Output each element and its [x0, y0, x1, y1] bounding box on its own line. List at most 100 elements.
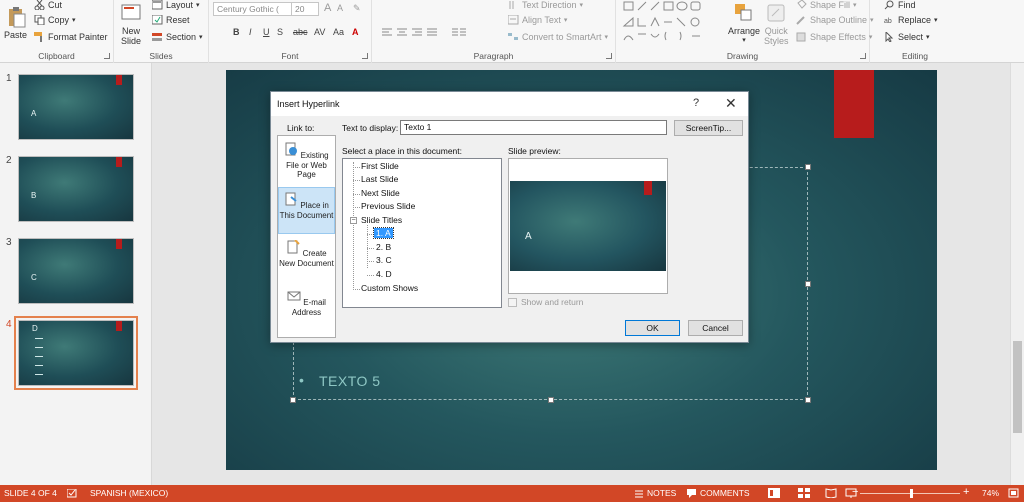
layout-label: Layout — [166, 0, 194, 10]
zoom-level[interactable]: 74% — [982, 488, 999, 498]
zoom-slider-knob[interactable] — [910, 489, 913, 498]
help-icon[interactable]: ? — [693, 97, 699, 109]
underline-icon[interactable]: U — [263, 27, 270, 37]
tree-item-slide-3[interactable]: 3. C — [376, 255, 392, 265]
copy-icon — [34, 15, 45, 25]
strikethrough-icon[interactable]: abc — [293, 27, 308, 37]
tree-item-slide-4[interactable]: 4. D — [376, 269, 392, 279]
collapse-icon[interactable]: − — [350, 217, 357, 224]
section-button[interactable]: Section ▾ — [152, 32, 203, 42]
alignment-icons[interactable] — [382, 28, 442, 38]
format-painter-button[interactable]: Format Painter — [34, 32, 108, 42]
fit-slide-icon[interactable] — [1008, 488, 1019, 498]
arrange-button[interactable]: Arrange ▾ — [728, 2, 760, 46]
tree-item-last-slide[interactable]: Last Slide — [361, 174, 398, 184]
comment-icon — [687, 489, 696, 498]
slide-body-text[interactable]: TEXTO 5 — [319, 373, 381, 389]
resize-handle[interactable] — [805, 281, 811, 287]
text-direction-button[interactable]: Text Direction ▾ — [508, 0, 583, 10]
new-slide-button[interactable]: New Slide — [120, 2, 142, 46]
align-text-button[interactable]: Align Text ▾ — [508, 15, 567, 25]
change-case-icon[interactable]: Aa — [333, 27, 344, 37]
normal-view-icon[interactable] — [768, 488, 780, 498]
comments-button[interactable]: COMMENTS — [700, 488, 750, 498]
grow-font-icon[interactable]: A — [324, 2, 331, 14]
ok-button[interactable]: OK — [625, 320, 680, 336]
tree-item-next-slide[interactable]: Next Slide — [361, 188, 400, 198]
text-to-display-input[interactable]: Texto 1 — [400, 120, 667, 135]
slide-count-indicator[interactable]: SLIDE 4 OF 4 — [4, 488, 57, 498]
bold-icon[interactable]: B — [233, 27, 240, 37]
text-direction-label: Text Direction — [522, 0, 577, 10]
quick-styles-button[interactable]: Quick Styles — [764, 2, 789, 46]
shapes-gallery[interactable] — [622, 0, 718, 44]
drawing-launcher-icon[interactable] — [860, 53, 866, 59]
tree-line — [367, 261, 374, 262]
email-icon — [287, 291, 301, 301]
slide-thumbnail-1[interactable]: A — [18, 74, 134, 140]
copy-dropdown-icon[interactable]: ▾ — [72, 16, 76, 24]
link-place-in-document[interactable]: Place in This Document — [278, 187, 335, 234]
convert-smartart-button[interactable]: Convert to SmartArt ▾ — [508, 32, 608, 42]
close-icon[interactable]: ✕ — [725, 95, 737, 112]
resize-handle[interactable] — [805, 397, 811, 403]
scrollbar-thumb[interactable] — [1013, 341, 1022, 433]
vertical-scrollbar[interactable] — [1010, 63, 1024, 485]
italic-icon[interactable]: I — [249, 27, 252, 37]
copy-button[interactable]: Copy ▾ — [34, 15, 76, 25]
show-and-return-checkbox[interactable] — [508, 298, 517, 307]
shape-fill-button[interactable]: Shape Fill ▾ — [796, 0, 857, 10]
shape-effects-button[interactable]: Shape Effects ▾ — [796, 32, 872, 42]
font-size-select[interactable]: 20 — [291, 2, 319, 16]
shadow-icon[interactable]: S — [277, 27, 283, 37]
spellcheck-icon[interactable] — [67, 489, 77, 498]
zoom-in-icon[interactable]: + — [963, 486, 969, 498]
resize-handle[interactable] — [290, 397, 296, 403]
arrange-label: Arrange — [728, 26, 761, 36]
font-family-select[interactable]: Century Gothic ( — [213, 2, 293, 16]
reset-button[interactable]: Reset — [152, 15, 190, 25]
slide-thumbnail-3[interactable]: C — [18, 238, 134, 304]
zoom-out-icon[interactable]: − — [852, 486, 858, 498]
font-color-icon[interactable]: A — [352, 27, 359, 37]
slide-sorter-icon[interactable] — [798, 488, 810, 498]
document-place-tree[interactable]: First Slide Last Slide Next Slide Previo… — [342, 158, 502, 308]
font-launcher-icon[interactable] — [362, 53, 368, 59]
screentip-button[interactable]: ScreenTip... — [674, 120, 743, 136]
layout-button[interactable]: Layout ▾ — [152, 0, 200, 10]
replace-button[interactable]: ab Replace ▾ — [884, 15, 938, 25]
search-icon — [884, 0, 894, 10]
spacing-icon[interactable]: AV — [314, 27, 325, 37]
link-create-new-document[interactable]: Create New Document — [278, 236, 335, 283]
cut-button[interactable]: Cut — [34, 0, 62, 10]
tree-item-slide-titles[interactable]: Slide Titles — [361, 215, 402, 225]
clear-format-icon[interactable]: ✎ — [353, 3, 361, 14]
slide-thumbnail-2[interactable]: B — [18, 156, 134, 222]
preview-slide-title: A — [525, 231, 532, 242]
new-slide-icon — [121, 4, 141, 20]
resize-handle[interactable] — [805, 164, 811, 170]
slide-thumbnails-pane: 1 A 2 B 3 C 4 D — [0, 63, 152, 485]
tree-item-slide-2[interactable]: 2. B — [376, 242, 391, 252]
tree-line — [353, 207, 360, 208]
tree-item-slide-1[interactable]: 1. A — [373, 227, 394, 239]
select-button[interactable]: Select ▾ — [884, 32, 930, 42]
language-indicator[interactable]: SPANISH (MEXICO) — [90, 488, 168, 498]
paragraph-launcher-icon[interactable] — [606, 53, 612, 59]
shrink-font-icon[interactable]: A — [337, 3, 343, 13]
resize-handle[interactable] — [548, 397, 554, 403]
notes-button[interactable]: NOTES — [647, 488, 676, 498]
tree-item-first-slide[interactable]: First Slide — [361, 161, 399, 171]
paste-button[interactable]: Paste — [4, 6, 27, 40]
slide-thumbnail-4[interactable]: D — [14, 316, 138, 390]
tree-item-custom-shows[interactable]: Custom Shows — [361, 283, 418, 293]
cancel-button[interactable]: Cancel — [688, 320, 743, 336]
clipboard-launcher-icon[interactable] — [104, 53, 110, 59]
link-email-address[interactable]: E-mail Address — [278, 285, 335, 332]
shape-outline-button[interactable]: Shape Outline ▾ — [796, 15, 874, 25]
columns-icon[interactable] — [452, 28, 502, 38]
link-existing-file[interactable]: Existing File or Web Page — [278, 138, 335, 185]
tree-item-previous-slide[interactable]: Previous Slide — [361, 201, 415, 211]
reading-view-icon[interactable] — [825, 488, 837, 498]
find-button[interactable]: Find — [884, 0, 916, 10]
